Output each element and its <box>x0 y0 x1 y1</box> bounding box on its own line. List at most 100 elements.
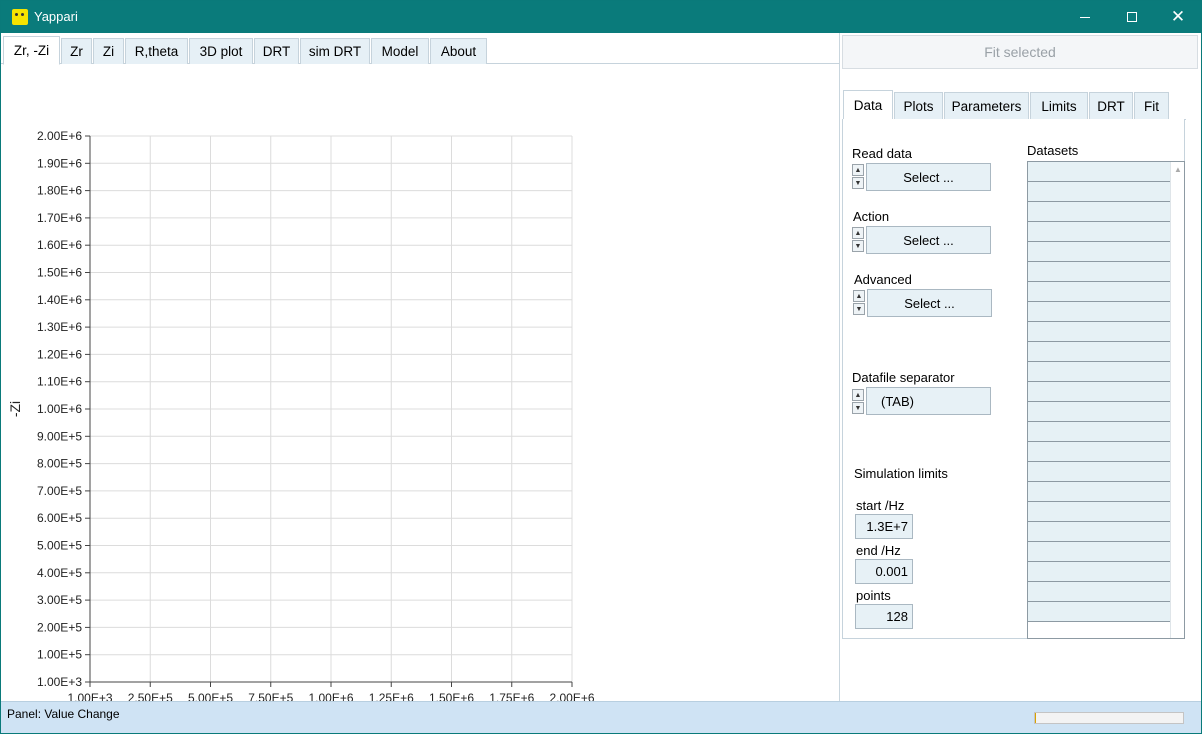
app-icon <box>12 9 28 25</box>
advanced-label: Advanced <box>854 272 912 287</box>
separator-select[interactable]: (TAB) <box>866 387 991 415</box>
spin-down-icon[interactable]: ▼ <box>852 402 864 414</box>
dataset-row[interactable] <box>1028 502 1170 522</box>
dataset-row[interactable] <box>1028 322 1170 342</box>
tab-sim-drt[interactable]: sim DRT <box>300 38 370 64</box>
dataset-row[interactable] <box>1028 542 1170 562</box>
y-tick-label: 8.00E+5 <box>37 457 82 471</box>
spin-up-icon[interactable]: ▲ <box>852 389 864 401</box>
tab-about[interactable]: About <box>430 38 487 64</box>
dataset-row[interactable] <box>1028 342 1170 362</box>
tab-parameters[interactable]: Parameters <box>944 92 1029 119</box>
dataset-row[interactable] <box>1028 462 1170 482</box>
dataset-row[interactable] <box>1028 222 1170 242</box>
dataset-row[interactable] <box>1028 422 1170 442</box>
spin-down-icon[interactable]: ▼ <box>853 303 865 315</box>
close-button[interactable]: ✕ <box>1155 1 1201 33</box>
maximize-button[interactable] <box>1109 1 1155 33</box>
points-label: points <box>856 588 891 603</box>
dataset-row[interactable] <box>1028 402 1170 422</box>
dataset-row[interactable] <box>1028 562 1170 582</box>
data-tab-panel: Read data ▲ ▼ Select ... Action ▲ ▼ Select… <box>842 119 1185 639</box>
datasets-scrollbar[interactable]: ▲ <box>1170 162 1184 638</box>
datasets-list[interactable]: ▲ <box>1027 161 1185 639</box>
main-tab-bar: Zr, -Zi Zr Zi R,theta 3D plot DRT sim DR… <box>1 36 840 65</box>
dataset-row[interactable] <box>1028 582 1170 602</box>
y-tick-label: 1.40E+6 <box>37 293 82 307</box>
close-icon: ✕ <box>1170 6 1186 27</box>
tab-zr-zi[interactable]: Zr, -Zi <box>3 36 60 65</box>
minimize-button[interactable] <box>1062 1 1108 33</box>
tab-plots[interactable]: Plots <box>894 92 943 119</box>
y-tick-label: 1.00E+5 <box>37 648 82 662</box>
spin-up-icon[interactable]: ▲ <box>852 227 864 239</box>
y-tick-label: 1.20E+6 <box>37 347 82 361</box>
dataset-row[interactable] <box>1028 302 1170 322</box>
action-spinner[interactable]: ▲ ▼ <box>852 227 864 253</box>
y-tick-label: 4.00E+5 <box>37 566 82 580</box>
dataset-row[interactable] <box>1028 242 1170 262</box>
dataset-row[interactable] <box>1028 262 1170 282</box>
points-field[interactable]: 128 <box>855 604 913 629</box>
dataset-row[interactable] <box>1028 382 1170 402</box>
action-label: Action <box>853 209 890 224</box>
tab-drt[interactable]: DRT <box>254 38 299 64</box>
spin-up-icon[interactable]: ▲ <box>852 164 864 176</box>
dataset-row[interactable] <box>1028 522 1170 542</box>
separator-spinner[interactable]: ▲ ▼ <box>852 389 864 415</box>
tab-limits[interactable]: Limits <box>1030 92 1088 119</box>
chart-canvas[interactable]: 2.00E+6 1.90E+6 1.80E+6 1.70E+6 1.60E+6 1.50E… <box>1 93 621 727</box>
y-tick-label: 1.50E+6 <box>37 266 82 280</box>
tab-model[interactable]: Model <box>371 38 429 64</box>
title-bar: Yappari ✕ <box>1 1 1201 33</box>
spin-down-icon[interactable]: ▼ <box>852 177 864 189</box>
dataset-row[interactable] <box>1028 482 1170 502</box>
scroll-up-icon[interactable]: ▲ <box>1174 165 1182 174</box>
dataset-row[interactable] <box>1028 442 1170 462</box>
y-tick-label: 1.30E+6 <box>37 320 82 334</box>
progress-bar <box>1034 712 1184 724</box>
spin-down-icon[interactable]: ▼ <box>852 240 864 252</box>
tab-drt-right[interactable]: DRT <box>1089 92 1133 119</box>
read-data-select[interactable]: Select ... <box>866 163 991 191</box>
control-pane: Fit selected Data Plots Parameters Limit… <box>841 33 1201 701</box>
start-hz-field[interactable]: 1.3E+7 <box>855 514 913 539</box>
status-bar: Panel: Value Change <box>1 701 1201 733</box>
y-tick-label: 7.00E+5 <box>37 484 82 498</box>
advanced-spinner[interactable]: ▲ ▼ <box>853 290 865 316</box>
nyquist-plot[interactable]: 2.00E+6 1.90E+6 1.80E+6 1.70E+6 1.60E+6 1.50E… <box>1 93 621 727</box>
read-data-spinner[interactable]: ▲ ▼ <box>852 164 864 190</box>
dataset-row[interactable] <box>1028 602 1170 622</box>
status-text: Panel: Value Change <box>7 707 120 721</box>
end-hz-label: end /Hz <box>856 543 901 558</box>
tab-r-theta[interactable]: R,theta <box>125 38 188 64</box>
y-tick-label: 2.00E+5 <box>37 620 82 634</box>
dataset-row[interactable] <box>1028 362 1170 382</box>
progress-fill <box>1035 713 1037 723</box>
action-select[interactable]: Select ... <box>866 226 991 254</box>
y-tick-label: 1.00E+6 <box>37 402 82 416</box>
tab-fit[interactable]: Fit <box>1134 92 1169 119</box>
dataset-row[interactable] <box>1028 182 1170 202</box>
dataset-row[interactable] <box>1028 162 1170 182</box>
y-axis-label: -Zi <box>7 401 23 417</box>
tab-zi[interactable]: Zi <box>93 38 124 64</box>
y-tick-label: 3.00E+5 <box>37 593 82 607</box>
window-title: Yappari <box>34 9 78 24</box>
start-hz-label: start /Hz <box>856 498 905 513</box>
fit-selected-button[interactable]: Fit selected <box>842 35 1198 69</box>
y-tick-label: 1.70E+6 <box>37 211 82 225</box>
y-tick-label: 1.80E+6 <box>37 184 82 198</box>
y-tick-label: 5.00E+5 <box>37 539 82 553</box>
end-hz-field[interactable]: 0.001 <box>855 559 913 584</box>
spin-up-icon[interactable]: ▲ <box>853 290 865 302</box>
y-tick-label: 6.00E+5 <box>37 511 82 525</box>
dataset-row[interactable] <box>1028 202 1170 222</box>
right-tab-bar: Data Plots Parameters Limits DRT Fit <box>841 90 1186 120</box>
advanced-select[interactable]: Select ... <box>867 289 992 317</box>
tab-zr[interactable]: Zr <box>61 38 92 64</box>
tab-data[interactable]: Data <box>843 90 893 120</box>
tab-3d-plot[interactable]: 3D plot <box>189 38 253 64</box>
y-tick-label: 9.00E+5 <box>37 429 82 443</box>
dataset-row[interactable] <box>1028 282 1170 302</box>
